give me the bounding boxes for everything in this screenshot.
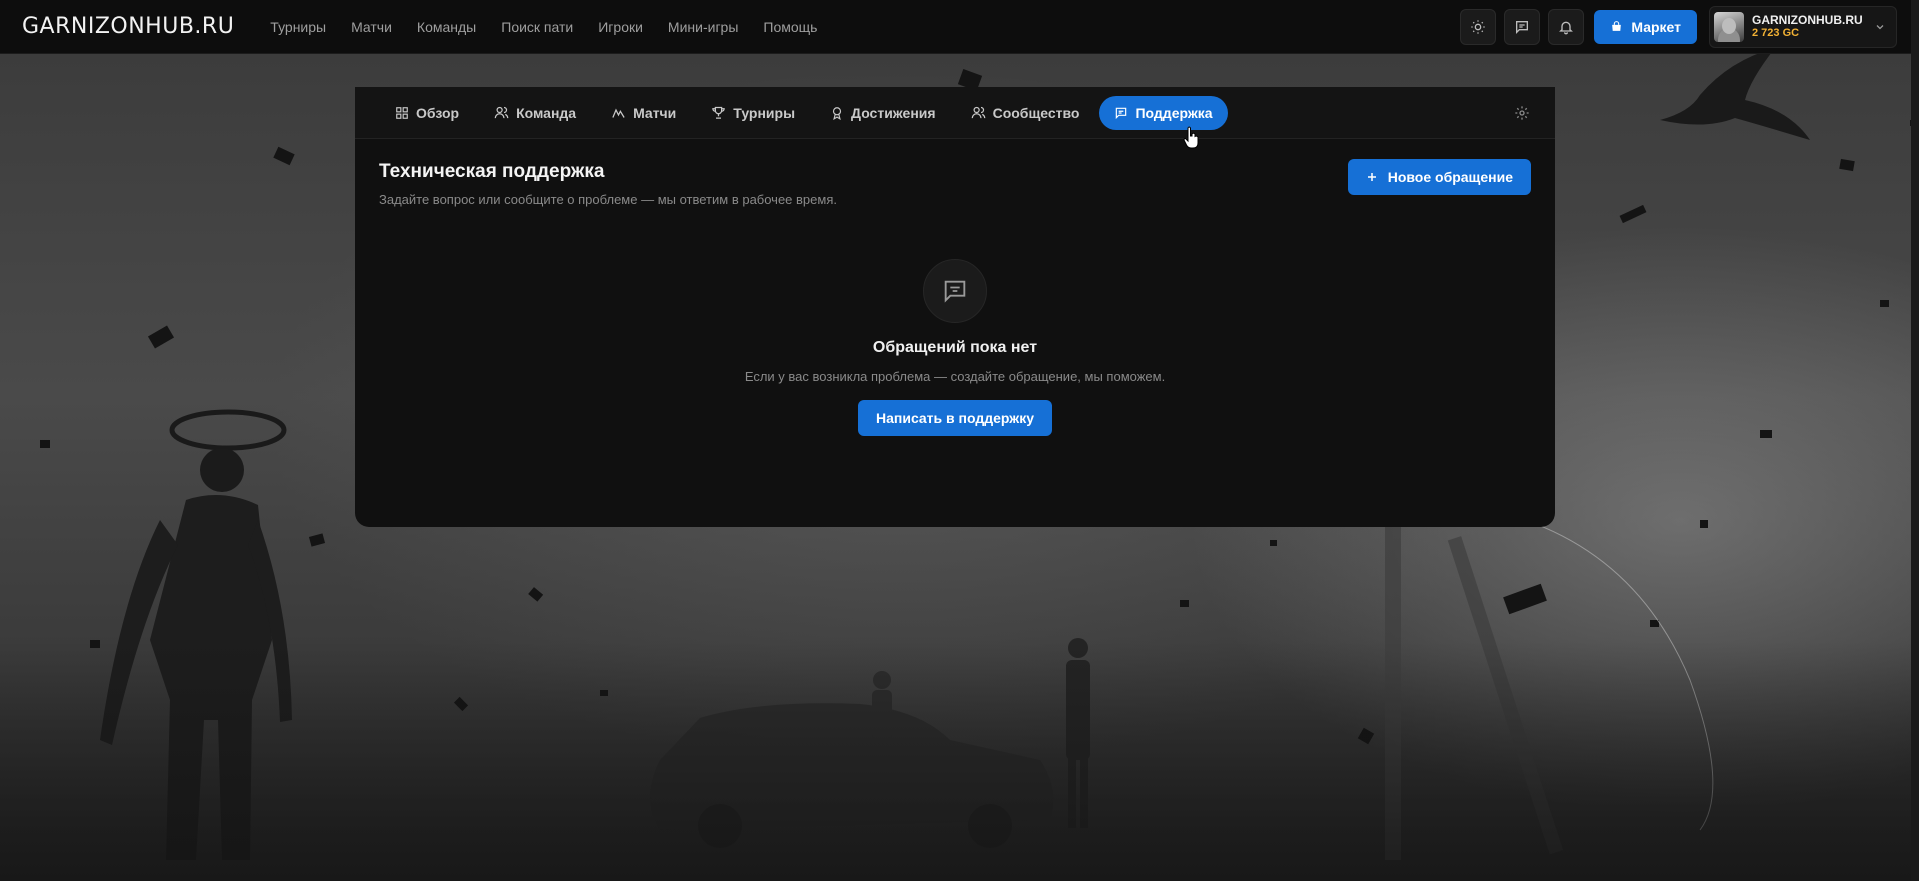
support-chat-icon xyxy=(1116,107,1127,119)
profile-menu[interactable]: GARNIZONHUB.RU 2 723 GC xyxy=(1709,5,1897,48)
tab-label: Сообщество xyxy=(992,104,1080,121)
top-navbar: GARNIZONHUB.RU Турниры Матчи Команды Пои… xyxy=(0,0,1919,54)
tab-support[interactable]: Поддержка xyxy=(1099,95,1228,130)
nav-matches[interactable]: Матчи xyxy=(351,19,392,35)
empty-state-icon-wrap xyxy=(923,259,987,323)
nav-help[interactable]: Помощь xyxy=(763,19,817,35)
plus-icon xyxy=(1367,173,1376,181)
chat-icon xyxy=(1516,20,1529,34)
support-section: Техническая поддержка Задайте вопрос или… xyxy=(355,139,1555,458)
market-button-label: Маркет xyxy=(1631,18,1681,35)
new-request-button[interactable]: Новое обращение xyxy=(1347,159,1531,195)
activity-icon xyxy=(612,108,625,118)
messages-button[interactable] xyxy=(1504,8,1541,45)
main-nav: Турниры Матчи Команды Поиск пати Игроки … xyxy=(270,19,817,35)
users-icon xyxy=(494,106,509,119)
empty-state-title: Обращений пока нет xyxy=(872,339,1038,356)
grid-icon xyxy=(396,106,408,119)
sun-icon xyxy=(1471,19,1486,34)
gear-icon xyxy=(1515,105,1529,120)
nav-party-search[interactable]: Поиск пати xyxy=(501,19,573,35)
empty-state-text: Если у вас возникла проблема — создайте … xyxy=(744,369,1166,384)
nav-players[interactable]: Игроки xyxy=(598,19,643,35)
new-request-label: Новое обращение xyxy=(1387,169,1513,185)
nav-mini-games[interactable]: Мини-игры xyxy=(668,19,738,35)
nav-teams[interactable]: Команды xyxy=(417,19,476,35)
medal-icon xyxy=(832,106,842,120)
tab-label: Матчи xyxy=(633,104,677,121)
write-support-button[interactable]: Написать в поддержку xyxy=(857,400,1053,436)
tab-matches[interactable]: Матчи xyxy=(596,96,691,130)
shop-icon xyxy=(1612,21,1622,31)
theme-toggle-button[interactable] xyxy=(1460,8,1497,45)
tab-community[interactable]: Сообщество xyxy=(956,96,1095,130)
tab-achievements[interactable]: Достижения xyxy=(815,96,951,130)
tab-label: Обзор xyxy=(416,104,460,121)
nav-tournaments[interactable]: Турниры xyxy=(270,19,326,35)
profile-panel: Обзор Команда Матчи Турниры Достижения С… xyxy=(355,87,1555,527)
topbar-actions: Маркет GARNIZONHUB.RU 2 723 GC xyxy=(1460,5,1897,48)
profile-balance: 2 723 GC xyxy=(1752,27,1800,40)
community-icon xyxy=(971,106,985,119)
hand-cursor-icon xyxy=(1183,126,1199,149)
trophy-icon xyxy=(712,106,726,119)
page-scrollbar[interactable] xyxy=(1911,0,1919,881)
tab-team[interactable]: Команда xyxy=(479,96,591,130)
empty-state: Обращений пока нет Если у вас возникла п… xyxy=(379,259,1531,436)
tab-label: Команда xyxy=(516,104,577,121)
avatar xyxy=(1714,11,1744,42)
bell-icon xyxy=(1559,21,1574,34)
profile-tabs: Обзор Команда Матчи Турниры Достижения С… xyxy=(355,87,1555,139)
profile-info: GARNIZONHUB.RU 2 723 GC xyxy=(1752,12,1863,40)
bottom-fog xyxy=(0,641,1919,881)
settings-button[interactable] xyxy=(1514,105,1530,121)
tab-tournaments[interactable]: Турниры xyxy=(696,96,810,130)
tab-label: Поддержка xyxy=(1135,104,1213,121)
site-logo[interactable]: GARNIZONHUB.RU xyxy=(22,14,234,39)
tab-overview[interactable]: Обзор xyxy=(380,96,474,130)
profile-name: GARNIZONHUB.RU xyxy=(1752,12,1863,27)
tab-label: Турниры xyxy=(733,104,796,121)
message-square-icon xyxy=(944,280,966,303)
market-button[interactable]: Маркет xyxy=(1594,9,1697,44)
tab-label: Достижения xyxy=(851,104,936,121)
chevron-down-icon xyxy=(1876,24,1884,29)
notifications-button[interactable] xyxy=(1548,8,1585,45)
